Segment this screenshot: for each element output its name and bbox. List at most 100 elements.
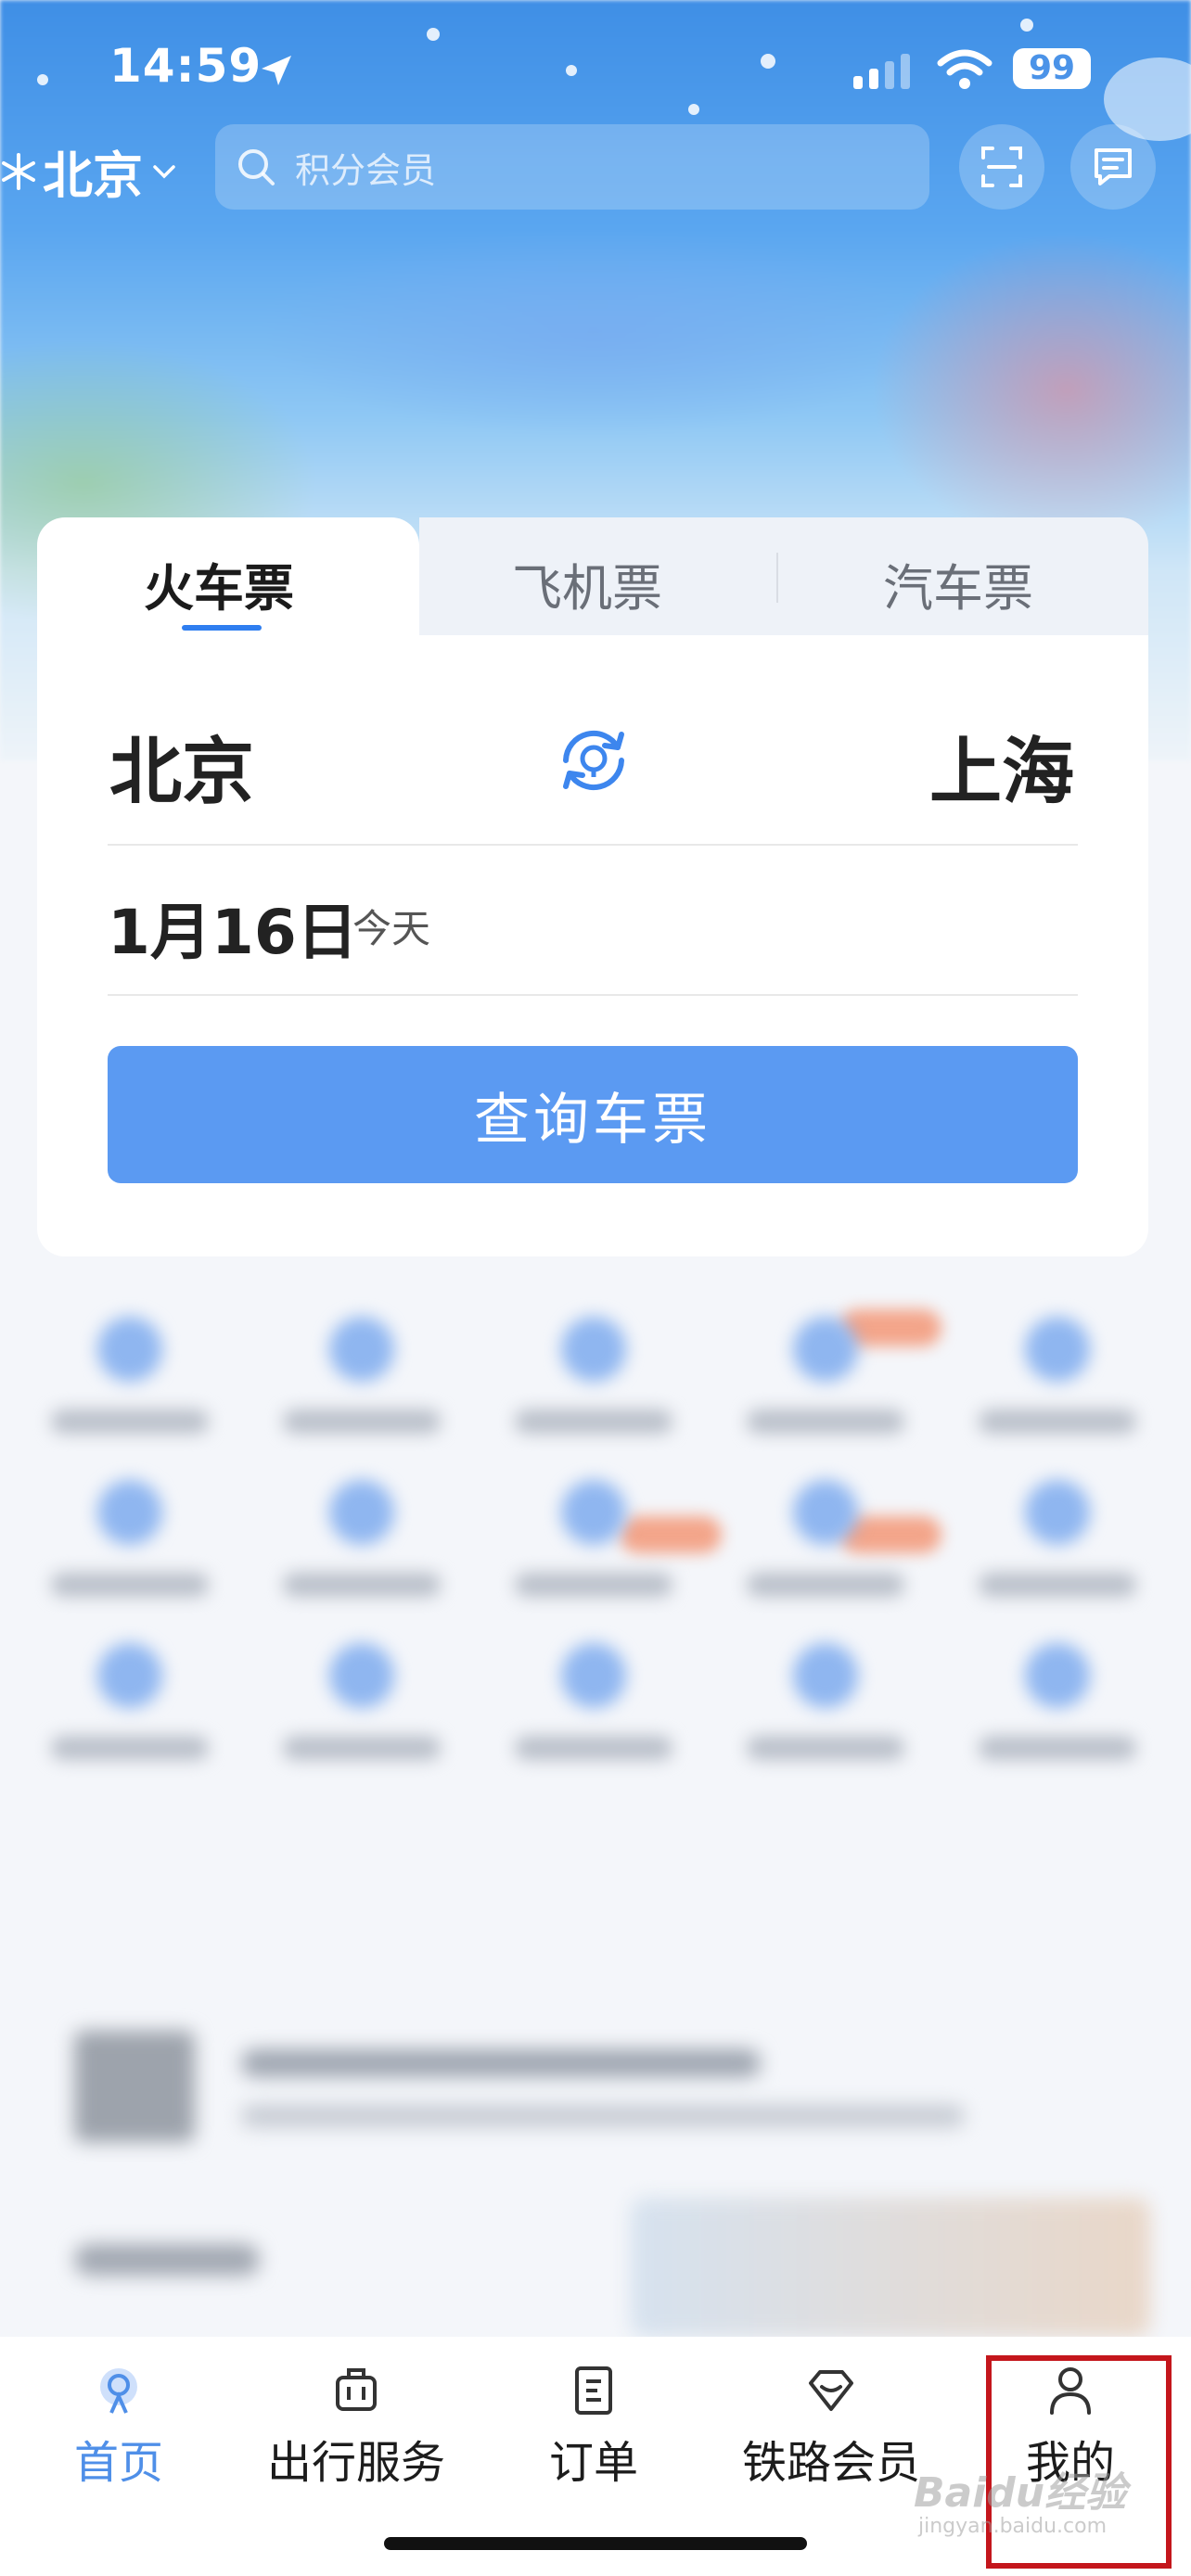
news-title-placeholder (241, 2049, 761, 2077)
service-grid-row (37, 1643, 1150, 1760)
service-label-placeholder (979, 1409, 1136, 1434)
search-icon (238, 149, 275, 185)
service-label-placeholder (979, 1736, 1136, 1760)
tab-home[interactable]: 首页 (17, 2365, 221, 2491)
section-title-placeholder (74, 2244, 260, 2276)
service-item[interactable] (269, 1317, 455, 1434)
diamond-icon (809, 2370, 853, 2411)
service-label-placeholder (51, 1573, 209, 1597)
service-icon (793, 1317, 858, 1382)
battery-indicator: 99 (1013, 48, 1091, 89)
city-name: 北京 (43, 147, 143, 205)
service-grid-row (37, 1480, 1150, 1597)
service-item[interactable] (965, 1480, 1150, 1597)
service-grid (37, 1317, 1150, 1806)
departure-station[interactable]: 北京 (109, 714, 254, 818)
snowflake-icon (2, 152, 35, 190)
luggage-icon (336, 2368, 377, 2411)
search-placeholder: 积分会员 (295, 149, 437, 191)
service-icon (97, 1480, 162, 1545)
service-icon (793, 1480, 858, 1545)
service-item[interactable] (501, 1317, 686, 1434)
wifi-icon (937, 49, 992, 89)
service-icon (329, 1643, 394, 1708)
home-indicator[interactable] (384, 2537, 807, 2550)
service-item[interactable] (501, 1643, 686, 1760)
service-item[interactable] (37, 1317, 223, 1434)
service-label-placeholder (747, 1736, 904, 1760)
search-bar[interactable]: 积分会员 (215, 124, 929, 210)
ticket-type-tabs: 火车票 飞机票 汽车票 (37, 517, 1148, 657)
date-day-note: 今天 (352, 906, 431, 951)
tab-travel-services-label: 出行服务 (266, 2437, 445, 2489)
service-icon (97, 1317, 162, 1382)
tab-railway-membership-label: 铁路会员 (741, 2437, 920, 2489)
tab-divider (776, 553, 778, 603)
divider (108, 994, 1078, 996)
service-item[interactable] (501, 1480, 686, 1597)
service-item[interactable] (37, 1480, 223, 1597)
service-item[interactable] (733, 1643, 918, 1760)
service-icon (561, 1480, 626, 1545)
tab-flight-tickets[interactable]: 飞机票 (512, 547, 662, 620)
service-icon (1025, 1480, 1090, 1545)
divider (108, 844, 1078, 846)
departure-date[interactable]: 1月16日 (108, 883, 358, 972)
service-item[interactable] (269, 1480, 455, 1597)
service-label-placeholder (283, 1736, 441, 1760)
status-bar: 14:59 99 (0, 0, 1191, 139)
service-item[interactable] (37, 1643, 223, 1760)
arrival-station[interactable]: 上海 (929, 714, 1074, 818)
query-tickets-button[interactable]: 查询车票 (108, 1046, 1078, 1183)
news-thumbnail (74, 2031, 195, 2142)
service-label-placeholder (515, 1409, 672, 1434)
message-button[interactable] (1070, 124, 1156, 210)
tab-orders[interactable]: 订单 (492, 2365, 696, 2491)
service-label-placeholder (515, 1736, 672, 1760)
watermark: Baidu经验 (914, 2469, 1127, 2517)
tab-bus-tickets[interactable]: 汽车票 (883, 547, 1033, 620)
tab-orders-label: 订单 (548, 2437, 638, 2489)
service-item[interactable] (733, 1480, 918, 1597)
service-grid-row (37, 1317, 1150, 1434)
location-arrow-icon (262, 56, 291, 85)
service-label-placeholder (283, 1573, 441, 1597)
service-item[interactable] (733, 1317, 918, 1434)
clock: 14:59 (109, 39, 263, 93)
tab-railway-membership[interactable]: 铁路会员 (729, 2365, 933, 2491)
service-item[interactable] (269, 1643, 455, 1760)
service-item[interactable] (965, 1317, 1150, 1434)
service-icon (793, 1643, 858, 1708)
service-label-placeholder (747, 1409, 904, 1434)
service-icon (329, 1480, 394, 1545)
city-selector[interactable]: 北京 (0, 134, 176, 208)
service-label-placeholder (515, 1573, 672, 1597)
service-icon (561, 1643, 626, 1708)
cellular-signal-icon (853, 52, 910, 89)
service-icon (561, 1317, 626, 1382)
tab-home-label: 首页 (73, 2437, 163, 2489)
service-label-placeholder (747, 1573, 904, 1597)
tab-travel-services[interactable]: 出行服务 (254, 2365, 458, 2491)
service-label-placeholder (51, 1736, 209, 1760)
service-label-placeholder (283, 1409, 441, 1434)
service-icon (329, 1317, 394, 1382)
chevron-down-icon (153, 164, 175, 178)
scan-button[interactable] (959, 124, 1044, 210)
swap-stations-icon[interactable] (553, 720, 634, 801)
news-summary-placeholder (241, 2105, 965, 2127)
service-label-placeholder (979, 1573, 1136, 1597)
service-icon (1025, 1317, 1090, 1382)
service-label-placeholder (51, 1409, 209, 1434)
message-icon (1095, 148, 1132, 185)
service-icon (97, 1643, 162, 1708)
service-item[interactable] (965, 1643, 1150, 1760)
tab-train-tickets-label[interactable]: 火车票 (144, 547, 294, 620)
order-icon (575, 2366, 612, 2415)
promo-banner[interactable] (631, 2198, 1150, 2337)
service-icon (1025, 1643, 1090, 1708)
watermark-url: jingyan.baidu.com (918, 2515, 1108, 2538)
active-tab-indicator (182, 625, 262, 631)
scan-icon (981, 147, 1022, 187)
home-icon (100, 2368, 137, 2414)
